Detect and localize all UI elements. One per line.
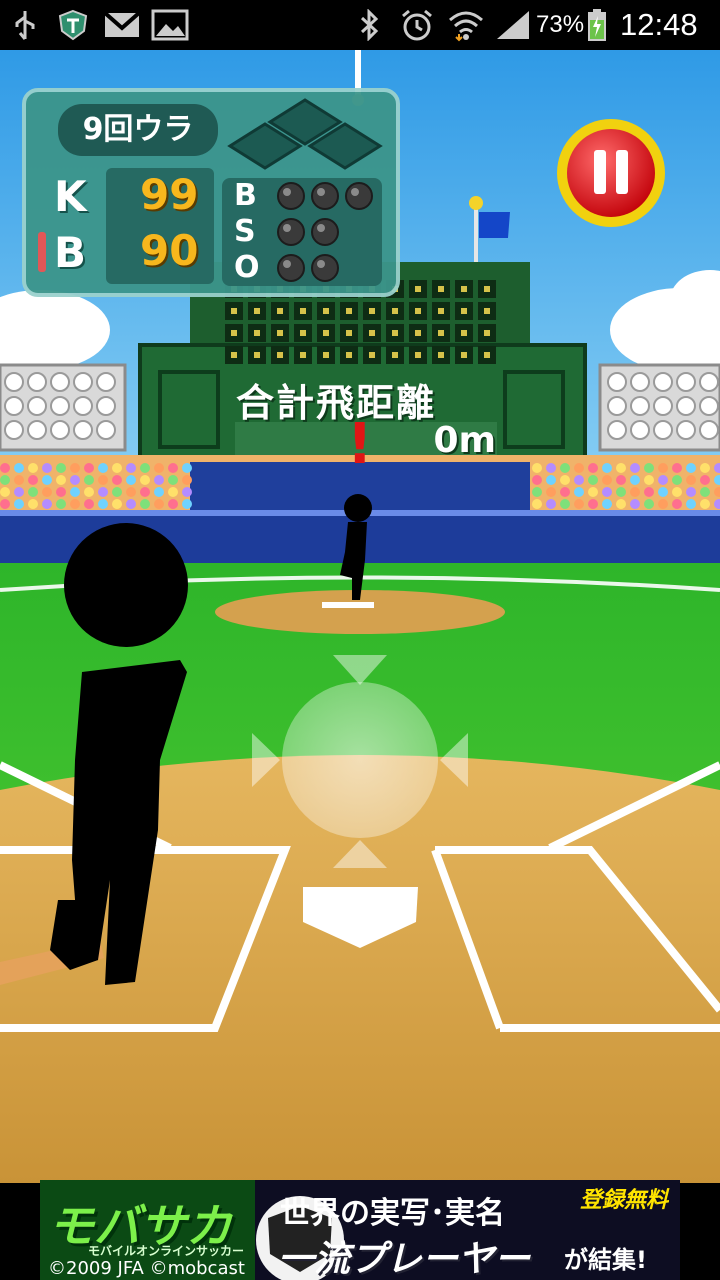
status-bar: 73% 12:48	[0, 0, 720, 50]
runner-bar-icon	[38, 232, 46, 272]
signal-icon	[494, 8, 532, 42]
usb-icon	[10, 8, 40, 42]
wifi-icon	[446, 8, 486, 42]
count-lamp	[277, 254, 305, 282]
count-label-o: O	[234, 250, 260, 285]
pitchers-plate	[322, 602, 374, 608]
ad-tagline-big: 一流プレーヤー	[278, 1239, 531, 1280]
b-label: B	[54, 228, 87, 277]
count-label-b: B	[234, 178, 257, 213]
alarm-icon	[398, 8, 436, 42]
ad-copyright: ©2009 JFA ©mobcast	[48, 1258, 245, 1279]
pause-button[interactable]	[557, 120, 665, 228]
vpn-shield-icon	[56, 8, 90, 42]
light-tower-right	[598, 363, 720, 452]
count-label-s: S	[234, 214, 256, 249]
alert-mark: !	[347, 412, 373, 477]
count-lamp	[345, 182, 373, 210]
k-label: K	[54, 172, 87, 221]
count-lamp	[277, 182, 305, 210]
battery-percent: 73%	[536, 11, 585, 38]
ad-headline: 世界の実写･実名	[280, 1196, 505, 1231]
ad-badge: 登録無料	[580, 1188, 669, 1213]
k-value: 99	[140, 170, 199, 219]
ad-brand-sub: モバイルオンラインサッカー	[88, 1244, 245, 1258]
gallery-icon	[150, 8, 190, 42]
count-lamp	[311, 254, 339, 282]
ad-tagline-small: が結集!	[564, 1246, 647, 1274]
distance-value: 0m	[433, 420, 496, 461]
bluetooth-icon	[355, 8, 383, 42]
count-lamp	[277, 218, 305, 246]
inning-label: 9回ウラ	[82, 112, 194, 147]
battery-icon	[586, 8, 608, 42]
count-lamp	[311, 218, 339, 246]
light-tower-left	[0, 363, 127, 452]
clock: 12:48	[620, 7, 698, 42]
ad-banner[interactable]: モバサカ モバイルオンラインサッカー ©2009 JFA ©mobcast 世界…	[40, 1180, 680, 1280]
gmail-icon	[102, 8, 142, 42]
b-value: 90	[140, 226, 199, 275]
count-lamp	[311, 182, 339, 210]
